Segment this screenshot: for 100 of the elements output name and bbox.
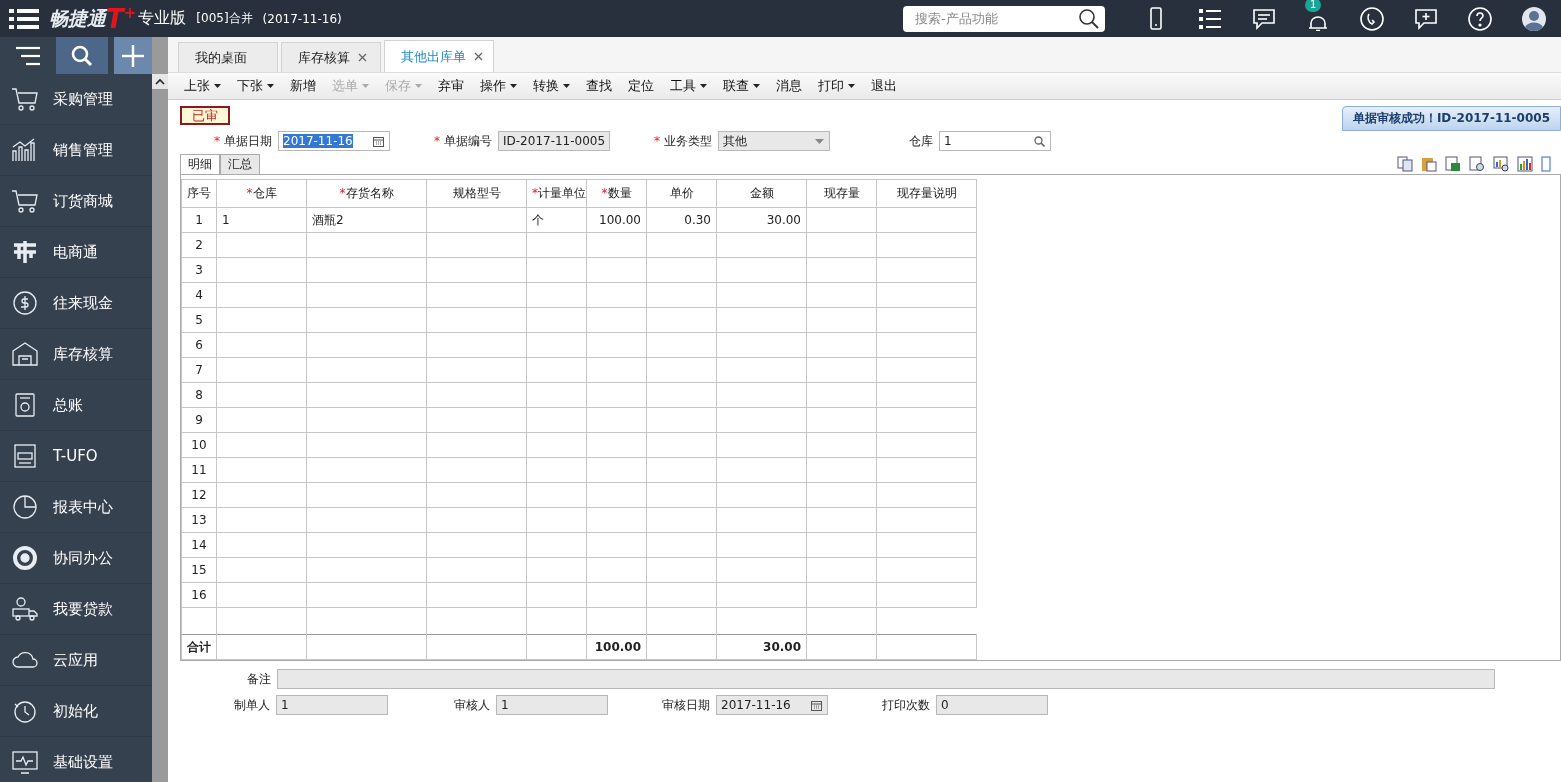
toolbar-button[interactable]: 消息 — [768, 77, 810, 95]
success-message: 单据审核成功！ID-2017-11-0005 — [1341, 106, 1561, 131]
table-cell: 6 — [195, 338, 203, 352]
table-cell: 2 — [195, 238, 203, 252]
add-button[interactable] — [114, 37, 152, 74]
table-cell: 16 — [191, 588, 207, 602]
input-field[interactable]: 1 — [496, 695, 608, 715]
calendar-icon[interactable] — [373, 135, 384, 147]
required-mark: * — [654, 134, 660, 148]
table-cell: 8 — [195, 388, 203, 402]
user-avatar-icon[interactable] — [1521, 5, 1547, 32]
toolbar-button[interactable]: 联查 — [715, 77, 768, 95]
field-label: 制单人 — [234, 696, 270, 714]
field-label: 审核人 — [454, 696, 490, 714]
dropdown-field[interactable]: 其他 — [718, 131, 830, 151]
toolbar-button[interactable]: 查找 — [578, 77, 620, 95]
zoom-chart-icon[interactable] — [1493, 156, 1509, 172]
call-icon[interactable] — [1359, 5, 1385, 32]
column-header: *计量单位 — [526, 179, 587, 208]
caret-icon[interactable] — [815, 138, 824, 144]
field-value: 1 — [501, 698, 509, 712]
column-header: 现存量说明 — [876, 179, 977, 208]
column-header: 金额 — [716, 179, 807, 208]
toolbar-button[interactable]: 定位 — [620, 77, 662, 95]
table-cell: 11 — [191, 463, 207, 477]
column-header: *仓库 — [216, 179, 307, 208]
copy-icon[interactable] — [1397, 156, 1413, 172]
scroll-up-icon[interactable] — [152, 74, 168, 89]
table-cell: 30.00 — [766, 213, 801, 227]
toolbar-button[interactable]: 工具 — [662, 77, 715, 95]
bell-icon[interactable] — [1308, 14, 1328, 31]
monitor-icon — [11, 749, 39, 775]
input-field[interactable]: 1 — [939, 131, 1051, 151]
table-cell: 7 — [195, 363, 203, 377]
dollar-icon — [11, 290, 39, 316]
clock-icon — [11, 698, 39, 724]
toolbar-button[interactable]: 退出 — [863, 77, 905, 95]
toolbar-button[interactable]: 转换 — [525, 77, 578, 95]
input-field[interactable]: ID-2017-11-0005 — [498, 131, 610, 151]
search-field[interactable]: 搜索-产品功能 — [903, 5, 1105, 32]
table-cell: 1 — [222, 213, 230, 227]
login-date: (2017-11-16) — [262, 11, 342, 26]
brand-name: 畅捷通 — [49, 5, 106, 31]
total-cell: 30.00 — [763, 640, 801, 654]
cart-icon — [11, 86, 39, 112]
preview-icon[interactable] — [1469, 156, 1485, 172]
calendar-icon[interactable] — [811, 699, 822, 711]
column-header: *数量 — [586, 179, 647, 208]
help-icon[interactable] — [1467, 5, 1493, 32]
total-cell: 合计 — [187, 639, 211, 654]
field-label: 业务类型 — [664, 132, 712, 150]
field-label: 打印次数 — [882, 696, 930, 714]
notification-badge: 1 — [1305, 0, 1322, 12]
column-header: 序号 — [181, 179, 217, 208]
field-label: 审核日期 — [662, 696, 710, 714]
brand-logo: T$^{+}$ — [106, 5, 137, 32]
table-cell: 3 — [195, 263, 203, 277]
menu-icon[interactable] — [9, 7, 39, 30]
table-cell: 4 — [195, 288, 203, 302]
input-field[interactable]: 2017-11-16 — [716, 695, 828, 715]
truck-icon — [11, 596, 39, 622]
close-icon[interactable] — [358, 53, 367, 62]
tab[interactable]: 我的桌面 — [178, 42, 278, 72]
toolbar-button[interactable]: 下张 — [229, 77, 282, 95]
spreadsheet-icon[interactable] — [1445, 156, 1461, 172]
search-icon[interactable] — [1034, 135, 1045, 147]
tab[interactable]: 明细 — [180, 154, 220, 174]
toolbar-button[interactable]: 操作 — [472, 77, 525, 95]
search-button[interactable] — [56, 37, 108, 74]
table-cell: 100.00 — [599, 213, 641, 227]
status-stamp: 已审 — [180, 106, 230, 125]
table-cell: 9 — [195, 413, 203, 427]
input-field[interactable]: 1 — [276, 695, 388, 715]
toolbar-button[interactable]: 弃审 — [430, 77, 472, 95]
menu-icon — [15, 45, 41, 66]
ring-icon — [11, 545, 39, 571]
tab[interactable]: 汇总 — [220, 154, 260, 174]
column-header: 现存量 — [806, 179, 877, 208]
total-cell: 100.00 — [594, 640, 641, 654]
input-field[interactable]: 0 — [936, 695, 1048, 715]
table-cell: 12 — [191, 488, 207, 502]
field-label: 单据日期 — [224, 132, 272, 150]
sidebar-item[interactable]: 协同办公 — [0, 533, 152, 584]
table-cell: 酒瓶2 — [312, 212, 344, 227]
tab[interactable]: 库存核算 — [281, 42, 381, 72]
close-icon[interactable] — [474, 52, 483, 61]
table-cell: 10 — [191, 438, 207, 452]
column-header: 规格型号 — [426, 179, 527, 208]
input-field[interactable] — [277, 669, 1495, 689]
input-field[interactable]: 2017-11-16 — [278, 131, 390, 151]
table-cell: 1 — [195, 213, 203, 227]
toolbar-button[interactable]: 上张 — [176, 77, 229, 95]
toolbar-button[interactable]: 打印 — [810, 77, 863, 95]
paste-icon[interactable] — [1421, 156, 1437, 172]
search-icon[interactable] — [1079, 8, 1099, 29]
toolbar-button[interactable]: 新增 — [282, 77, 324, 95]
tab[interactable]: 其他出库单 — [384, 40, 494, 72]
field-value: 1 — [281, 698, 289, 712]
bar-chart-icon[interactable] — [1517, 156, 1533, 172]
table-cell: 0.30 — [684, 213, 711, 227]
